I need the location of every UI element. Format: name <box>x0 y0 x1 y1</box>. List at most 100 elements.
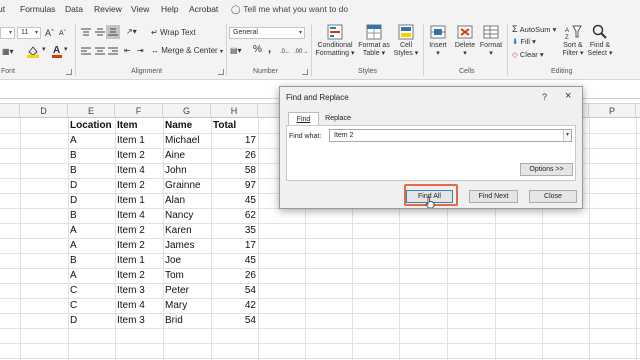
tab-find[interactable]: Find <box>288 112 319 126</box>
table-cell-location[interactable]: A <box>70 268 77 283</box>
column-header[interactable]: E <box>68 104 115 118</box>
find-what-input[interactable]: Item 2 <box>329 129 572 142</box>
table-cell-item[interactable]: Item 4 <box>117 298 145 313</box>
tab-acrobat[interactable]: Acrobat <box>189 4 218 14</box>
align-top-icon[interactable] <box>81 28 91 37</box>
merge-center-button[interactable]: ↔ Merge & Center ▾ <box>151 46 223 57</box>
table-cell-total[interactable]: 58 <box>211 163 256 178</box>
table-cell-location[interactable]: B <box>70 253 77 268</box>
close-icon[interactable]: × <box>565 90 571 102</box>
table-cell-location[interactable]: D <box>70 313 77 328</box>
number-format-box[interactable]: General ▾ <box>229 27 305 39</box>
table-cell-location[interactable]: A <box>70 133 77 148</box>
table-cell-name[interactable]: James <box>165 238 194 253</box>
table-cell-total[interactable]: 97 <box>211 178 256 193</box>
table-cell-total[interactable]: 26 <box>211 268 256 283</box>
table-cell-item[interactable]: Item 2 <box>117 178 145 193</box>
fill-button[interactable]: ⬇ Fill ▾ <box>512 37 536 47</box>
options-button[interactable]: Options >> <box>520 163 573 176</box>
column-header[interactable]: F <box>115 104 163 118</box>
table-cell-item[interactable]: Item 2 <box>117 238 145 253</box>
close-button[interactable]: Close <box>529 190 577 203</box>
chevron-down-icon[interactable]: ▾ <box>563 130 571 141</box>
table-cell-name[interactable]: Aine <box>165 148 185 163</box>
table-cell-name[interactable]: Nancy <box>165 208 193 223</box>
orientation-icon[interactable]: ↗▾ <box>126 27 137 37</box>
table-cell-location[interactable]: A <box>70 238 77 253</box>
table-cell-name[interactable]: Alan <box>165 193 185 208</box>
align-left-icon[interactable] <box>81 47 91 56</box>
tab-formulas[interactable]: Formulas <box>20 4 55 14</box>
table-cell-name[interactable]: Peter <box>165 283 189 298</box>
accounting-format-icon[interactable]: ▤▾ <box>230 46 242 56</box>
decrease-indent-icon[interactable]: ⇤ <box>124 46 131 56</box>
table-cell-name[interactable]: Michael <box>165 133 199 148</box>
align-middle-icon[interactable] <box>95 28 105 37</box>
table-cell-item[interactable]: Item 1 <box>117 193 145 208</box>
format-as-table-button[interactable]: Format as Table ▾ <box>357 24 391 58</box>
column-header[interactable]: D <box>20 104 68 118</box>
table-cell-total[interactable]: 45 <box>211 193 256 208</box>
help-button[interactable]: ? <box>542 92 547 102</box>
column-header[interactable]: G <box>163 104 211 118</box>
table-cell-name[interactable]: Mary <box>165 298 187 313</box>
table-cell-name[interactable]: Joe <box>165 253 181 268</box>
cell-styles-button[interactable]: Cell Styles ▾ <box>392 24 420 58</box>
table-cell-total[interactable]: 17 <box>211 133 256 148</box>
table-cell-total[interactable]: 54 <box>211 313 256 328</box>
comma-button[interactable]: , <box>268 44 271 55</box>
percent-button[interactable]: % <box>253 45 262 55</box>
tab-help[interactable]: Help <box>161 4 178 14</box>
decrease-decimal-icon[interactable]: .00→ <box>294 47 308 57</box>
table-cell-location[interactable]: B <box>70 208 77 223</box>
font-color-icon[interactable]: A <box>51 44 63 61</box>
find-select-button[interactable]: Find & Select ▾ <box>586 24 614 58</box>
table-cell-total[interactable]: 26 <box>211 148 256 163</box>
alignment-dialog-launcher-icon[interactable] <box>218 69 224 75</box>
table-header-total[interactable]: Total <box>213 118 236 133</box>
tell-me-box[interactable]: ◯ Tell me what you want to do <box>231 4 348 15</box>
table-cell-item[interactable]: Item 1 <box>117 253 145 268</box>
table-cell-item[interactable]: Item 2 <box>117 268 145 283</box>
table-cell-location[interactable]: C <box>70 283 77 298</box>
fill-color-icon[interactable] <box>26 45 40 61</box>
decrease-font-icon[interactable]: Aˇ <box>59 29 66 39</box>
tab-view[interactable]: View <box>131 4 149 14</box>
table-cell-item[interactable]: Item 3 <box>117 283 145 298</box>
table-cell-item[interactable]: Item 1 <box>117 133 145 148</box>
increase-indent-icon[interactable]: ⇥ <box>137 46 144 56</box>
wrap-text-button[interactable]: ↵ Wrap Text <box>151 28 196 38</box>
column-header[interactable]: Q <box>636 104 640 118</box>
sort-filter-button[interactable]: AZ Sort & Filter ▾ <box>560 24 586 58</box>
table-cell-total[interactable]: 42 <box>211 298 256 313</box>
format-button[interactable]: Format ▾ <box>478 24 504 58</box>
table-header-item[interactable]: Item <box>117 118 138 133</box>
find-next-button[interactable]: Find Next <box>469 190 518 203</box>
align-right-icon[interactable] <box>108 47 118 56</box>
conditional-formatting-button[interactable]: Conditional Formatting ▾ <box>314 24 356 58</box>
table-cell-name[interactable]: Tom <box>165 268 184 283</box>
align-bottom-icon[interactable] <box>108 28 118 37</box>
table-cell-name[interactable]: Brid <box>165 313 183 328</box>
table-cell-item[interactable]: Item 4 <box>117 208 145 223</box>
tab-data[interactable]: Data <box>65 4 83 14</box>
column-header[interactable]: P <box>589 104 636 118</box>
table-cell-location[interactable]: B <box>70 148 77 163</box>
table-header-name[interactable]: Name <box>165 118 192 133</box>
table-cell-total[interactable]: 35 <box>211 223 256 238</box>
number-dialog-launcher-icon[interactable] <box>302 69 308 75</box>
increase-font-icon[interactable]: Aˆ <box>45 28 54 38</box>
tab-layout[interactable]: ut <box>0 4 5 14</box>
table-cell-total[interactable]: 45 <box>211 253 256 268</box>
chevron-down-icon[interactable]: ▾ <box>64 45 68 55</box>
table-cell-location[interactable]: D <box>70 178 77 193</box>
tab-replace[interactable]: Replace <box>320 112 356 126</box>
table-cell-location[interactable]: C <box>70 298 77 313</box>
border-icon[interactable]: ▦▾ <box>2 47 14 57</box>
table-cell-name[interactable]: Grainne <box>165 178 201 193</box>
table-cell-item[interactable]: Item 2 <box>117 148 145 163</box>
table-cell-item[interactable]: Item 3 <box>117 313 145 328</box>
table-cell-location[interactable]: B <box>70 163 77 178</box>
column-header[interactable] <box>0 104 20 118</box>
font-name-box[interactable]: ▾ <box>0 27 15 39</box>
